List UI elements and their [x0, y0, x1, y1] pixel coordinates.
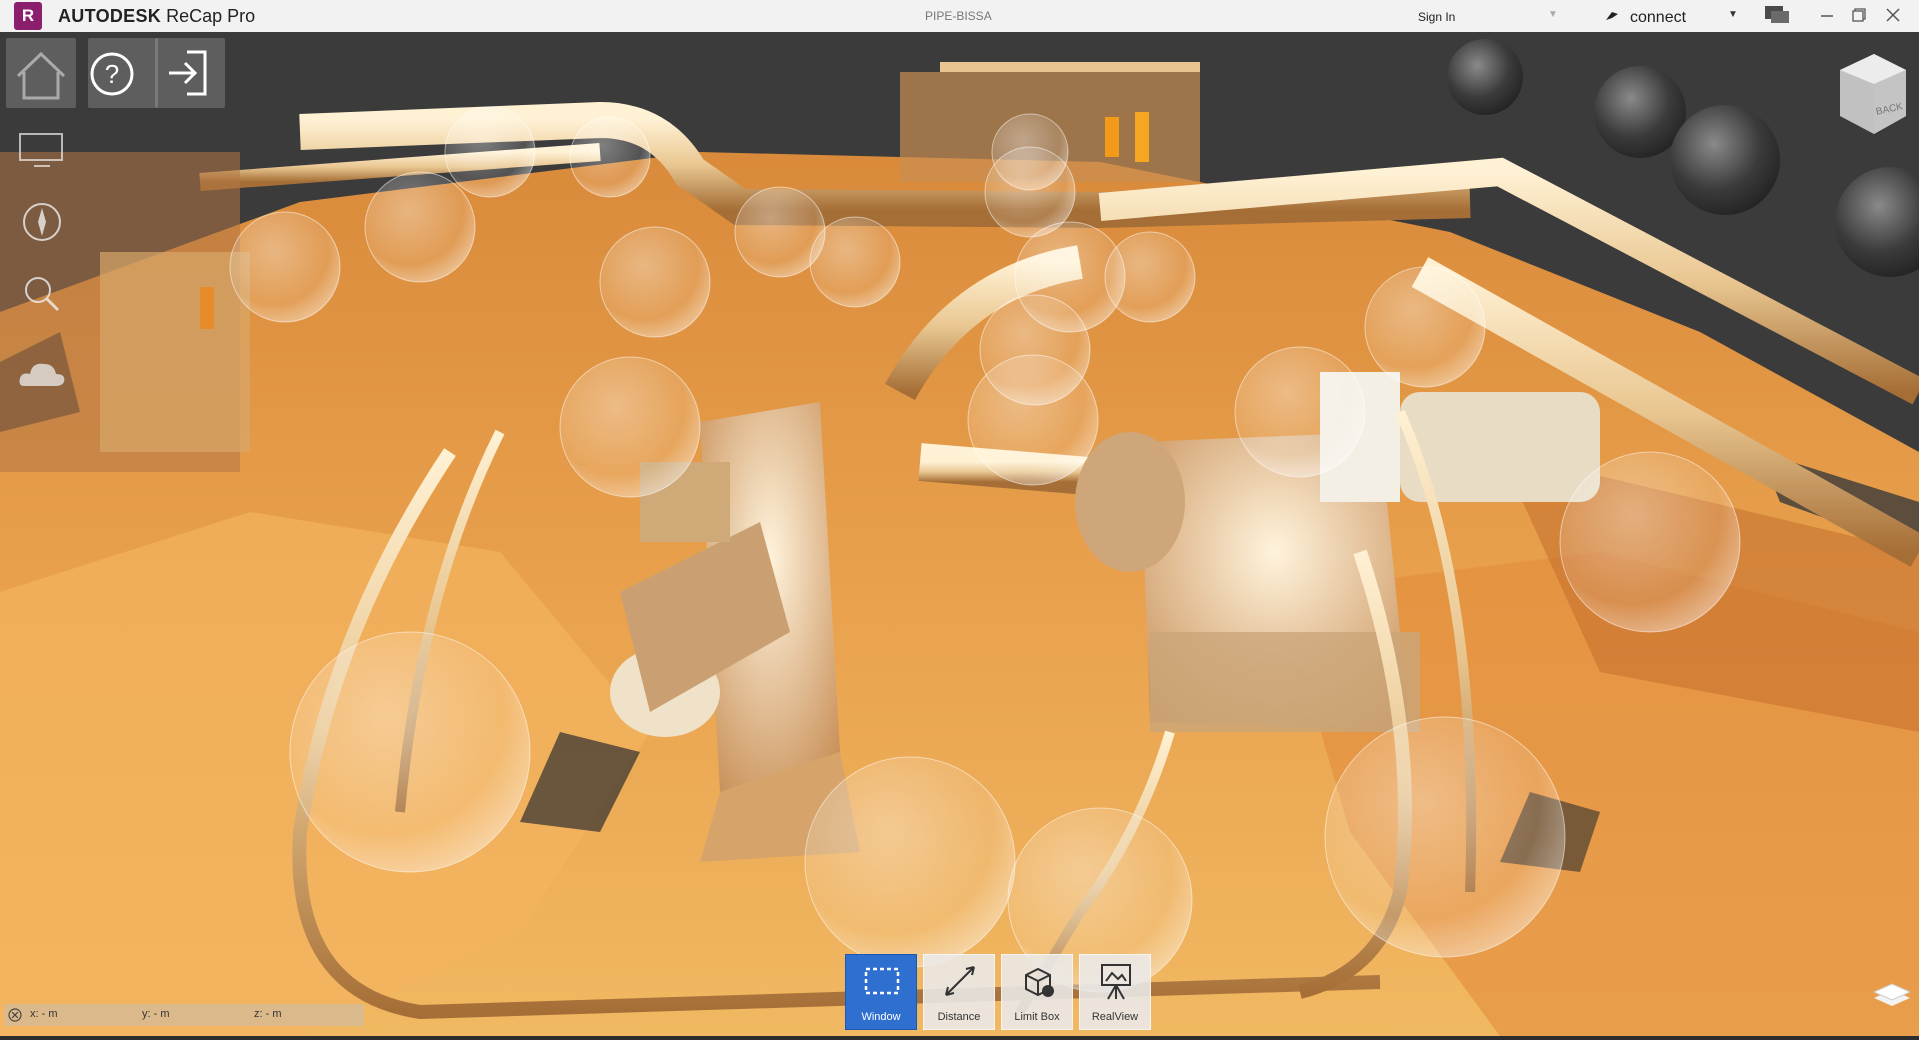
- limit-box-button[interactable]: Limit Box: [1001, 954, 1073, 1030]
- coordinate-y: y: - m: [142, 1008, 170, 1020]
- coordinate-readout: x: - m y: - m z: - m: [4, 1004, 364, 1026]
- sign-in-button[interactable]: Sign In: [1418, 10, 1455, 24]
- brand-name: AUTODESK: [58, 6, 162, 26]
- limit-box-icon: [1025, 967, 1054, 997]
- layers-icon[interactable]: [1870, 976, 1914, 1016]
- app-name: AUTODESK ReCap Pro: [58, 6, 255, 27]
- close-icon[interactable]: [1880, 4, 1906, 26]
- chevron-down-icon[interactable]: ▼: [1548, 9, 1558, 20]
- svg-text:?: ?: [105, 59, 119, 89]
- recap-logo-icon: R: [14, 2, 42, 30]
- coordinate-z: z: - m: [254, 1008, 282, 1020]
- exit-button[interactable]: [155, 38, 225, 108]
- realview-button[interactable]: RealView: [1079, 954, 1151, 1030]
- cloud-icon[interactable]: [16, 352, 70, 396]
- status-strip: [0, 1036, 1919, 1040]
- distance-button[interactable]: Distance: [923, 954, 995, 1030]
- exit-icon: [169, 50, 207, 96]
- zoom-icon[interactable]: [16, 272, 70, 316]
- document-title: PIPE-BISSA: [925, 9, 992, 23]
- viewcube-icon[interactable]: BACK: [1834, 50, 1910, 140]
- connect-menu[interactable]: connect: [1630, 9, 1686, 27]
- coordinate-x: x: - m: [30, 1008, 58, 1020]
- point-cloud-viewport[interactable]: ? BACK Window Distance Limit Box RealVie…: [0, 32, 1919, 1036]
- realview-icon: [1101, 964, 1131, 1000]
- home-icon: [16, 51, 66, 100]
- distance-icon: [945, 966, 975, 996]
- product-name: ReCap Pro: [166, 6, 256, 26]
- orbit-icon[interactable]: [16, 200, 70, 244]
- title-bar: R AUTODESK ReCap Pro PIPE-BISSA Sign In …: [0, 0, 1919, 33]
- connect-icon[interactable]: [1604, 10, 1620, 22]
- comments-icon[interactable]: [1764, 5, 1790, 25]
- close-circle-icon[interactable]: [8, 1008, 22, 1022]
- help-button[interactable]: ?: [88, 38, 158, 108]
- tool-label: RealView: [1091, 1011, 1139, 1023]
- monitor-icon[interactable]: [16, 128, 70, 172]
- tool-label: Distance: [937, 1011, 981, 1023]
- tool-label: Window: [861, 1011, 901, 1023]
- restore-icon[interactable]: [1846, 4, 1872, 26]
- home-button[interactable]: [6, 38, 76, 108]
- minimize-icon[interactable]: [1814, 4, 1840, 26]
- help-icon: ?: [90, 52, 134, 96]
- tool-label: Limit Box: [1014, 1011, 1060, 1023]
- chevron-down-icon[interactable]: ▼: [1728, 9, 1738, 20]
- window-select-button[interactable]: Window: [845, 954, 917, 1030]
- window-select-icon: [864, 967, 900, 995]
- point-cloud-scene: [0, 39, 1919, 1036]
